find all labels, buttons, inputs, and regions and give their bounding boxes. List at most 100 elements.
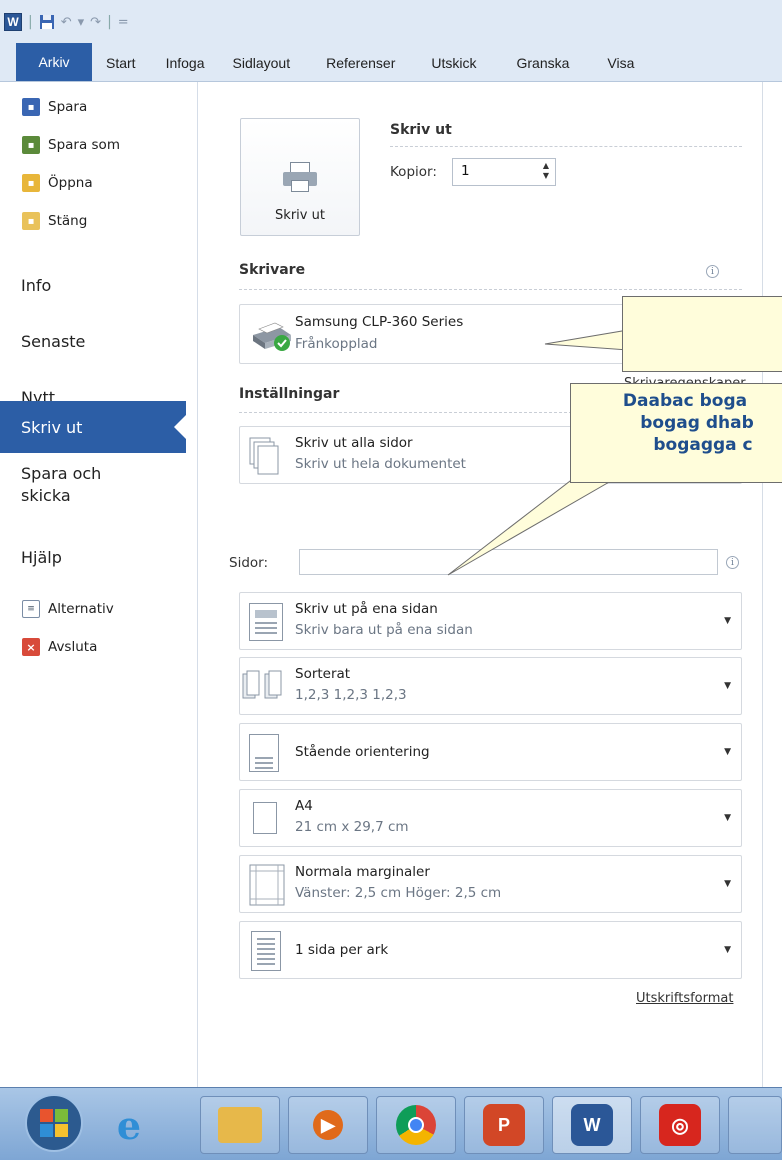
redo-icon[interactable]: ↷: [90, 15, 101, 30]
media-player-icon: ▶: [313, 1110, 343, 1140]
spin-arrows-icon[interactable]: ▲ ▼: [543, 161, 549, 181]
page-setup-link[interactable]: Utskriftsformat: [636, 991, 733, 1006]
powerpoint-icon: P: [483, 1104, 525, 1146]
nav-info[interactable]: Info: [21, 275, 51, 297]
chevron-down-icon: ▼: [724, 813, 731, 823]
nav-spara-och-skicka[interactable]: Spara och skicka: [21, 463, 101, 507]
save-icon[interactable]: [39, 12, 55, 32]
print-section-title: Skriv ut: [390, 122, 452, 138]
callout-line: bogagga c: [653, 435, 753, 455]
pages-stack-icon: [249, 437, 279, 479]
undo-icon[interactable]: ↶: [61, 15, 72, 30]
quick-access-toolbar: W | ↶ ▾ ↷ | =: [0, 0, 782, 44]
tab-granska[interactable]: Granska: [517, 55, 570, 81]
setting-line2: 21 cm x 29,7 cm: [295, 819, 409, 835]
word-logo-icon: W: [4, 13, 22, 31]
nav-alternativ[interactable]: ≡ Alternativ: [22, 600, 114, 618]
preview-pane-edge: [762, 82, 782, 1087]
pages-label: Sidor:: [229, 555, 269, 571]
portrait-page-icon: [249, 734, 279, 772]
setting-line1: Stående orientering: [295, 744, 430, 760]
nav-avsluta[interactable]: × Avsluta: [22, 638, 97, 656]
taskbar-creative-cloud[interactable]: ◎: [640, 1096, 720, 1154]
orientation-dropdown[interactable]: Stående orientering ▼: [239, 723, 742, 781]
nav-spara-som[interactable]: ▪ Spara som: [22, 136, 120, 154]
taskbar-powerpoint[interactable]: P: [464, 1096, 544, 1154]
callout-line: Daabac boga: [622, 391, 748, 411]
taskbar-media-player[interactable]: ▶: [288, 1096, 368, 1154]
chevron-down-icon: ▼: [724, 681, 731, 691]
nav-label: Alternativ: [48, 601, 114, 617]
tab-start[interactable]: Start: [106, 55, 136, 81]
folder-icon: [218, 1107, 262, 1143]
tab-utskick[interactable]: Utskick: [431, 55, 476, 81]
tab-visa[interactable]: Visa: [607, 55, 634, 81]
callout-line: bogag dhab: [640, 413, 754, 433]
collated-icon: [242, 670, 286, 706]
nav-label: Spara: [48, 99, 88, 115]
setting-line1: 1 sida per ark: [295, 942, 389, 958]
copies-value: 1: [461, 163, 470, 179]
pages-per-sheet-dropdown[interactable]: 1 sida per ark ▼: [239, 921, 742, 979]
save-icon: ▪: [22, 98, 40, 116]
printer-status-icon: [249, 313, 295, 359]
nav-stang[interactable]: ▪ Stäng: [22, 212, 87, 230]
nav-label: Avsluta: [48, 639, 98, 655]
setting-line2: 1,2,3 1,2,3 1,2,3: [295, 687, 407, 703]
printer-status: Frånkopplad: [295, 336, 378, 352]
print-panel: Skriv ut Skriv ut Kopior: 1 ▲ ▼ Skrivare …: [199, 82, 762, 1087]
separator: |: [28, 14, 33, 30]
exit-icon: ×: [22, 638, 40, 656]
nav-label-line1: Spara och: [21, 464, 102, 483]
taskbar-item[interactable]: [728, 1096, 782, 1154]
internet-explorer-icon: e: [116, 1102, 142, 1148]
chevron-down-icon: ▼: [724, 879, 731, 889]
ribbon-tabs: Arkiv Start Infoga Sidlayout Referenser …: [0, 43, 782, 82]
tab-arkiv[interactable]: Arkiv: [16, 43, 92, 81]
creative-cloud-icon: ◎: [659, 1104, 701, 1146]
pages-input[interactable]: [299, 549, 718, 575]
dropdown-arrow-icon[interactable]: ▾: [78, 15, 85, 30]
print-button[interactable]: Skriv ut: [240, 118, 360, 236]
taskbar-explorer[interactable]: [200, 1096, 280, 1154]
nav-label-line2: skicka: [21, 486, 71, 505]
start-button[interactable]: [24, 1094, 84, 1152]
collate-dropdown[interactable]: Sorterat 1,2,3 1,2,3 1,2,3 ▼: [239, 657, 742, 715]
setting-line2: Skriv bara ut på ena sidan: [295, 622, 473, 638]
nav-label: Öppna: [48, 175, 93, 191]
setting-line1: Sorterat: [295, 666, 351, 682]
chevron-down-icon: ▼: [724, 945, 731, 955]
setting-line1: Normala marginaler: [295, 864, 430, 880]
divider: [390, 146, 742, 147]
nav-oppna[interactable]: ▪ Öppna: [22, 174, 93, 192]
tab-sidlayout[interactable]: Sidlayout: [233, 55, 291, 81]
nav-senaste[interactable]: Senaste: [21, 331, 85, 353]
nav-spara[interactable]: ▪ Spara: [22, 98, 87, 116]
taskbar: e ▶ P W ◎: [0, 1087, 782, 1160]
settings-section-title: Inställningar: [239, 386, 340, 402]
margins-icon: [249, 864, 285, 910]
sides-dropdown[interactable]: Skriv ut på ena sidan Skriv bara ut på e…: [239, 592, 742, 650]
tab-referenser[interactable]: Referenser: [326, 55, 395, 81]
paper-size-dropdown[interactable]: A4 21 cm x 29,7 cm ▼: [239, 789, 742, 847]
info-icon[interactable]: i: [726, 556, 739, 569]
taskbar-internet-explorer[interactable]: e: [108, 1096, 150, 1154]
nav-hjalp[interactable]: Hjälp: [21, 547, 62, 569]
margins-dropdown[interactable]: Normala marginaler Vänster: 2,5 cm Höger…: [239, 855, 742, 913]
taskbar-chrome[interactable]: [376, 1096, 456, 1154]
open-folder-icon: ▪: [22, 174, 40, 192]
separator: |: [107, 14, 112, 30]
setting-line2: Vänster: 2,5 cm Höger: 2,5 cm: [295, 885, 502, 901]
taskbar-word[interactable]: W: [552, 1096, 632, 1154]
single-sided-icon: [249, 603, 283, 641]
chevron-down-icon: ▼: [724, 747, 731, 757]
backstage-nav: ▪ Spara ▪ Spara som ▪ Öppna ▪ Stäng Info…: [0, 82, 198, 1087]
tab-infoga[interactable]: Infoga: [166, 55, 205, 81]
customize-qat-icon[interactable]: =: [118, 15, 129, 30]
setting-line1: Skriv ut på ena sidan: [295, 601, 438, 617]
info-icon[interactable]: i: [706, 265, 719, 278]
copies-stepper[interactable]: 1 ▲ ▼: [452, 158, 556, 186]
nav-skriv-ut[interactable]: Skriv ut: [0, 401, 186, 453]
nav-label: Spara som: [48, 137, 120, 153]
setting-line2: Skriv ut hela dokumentet: [295, 456, 466, 472]
